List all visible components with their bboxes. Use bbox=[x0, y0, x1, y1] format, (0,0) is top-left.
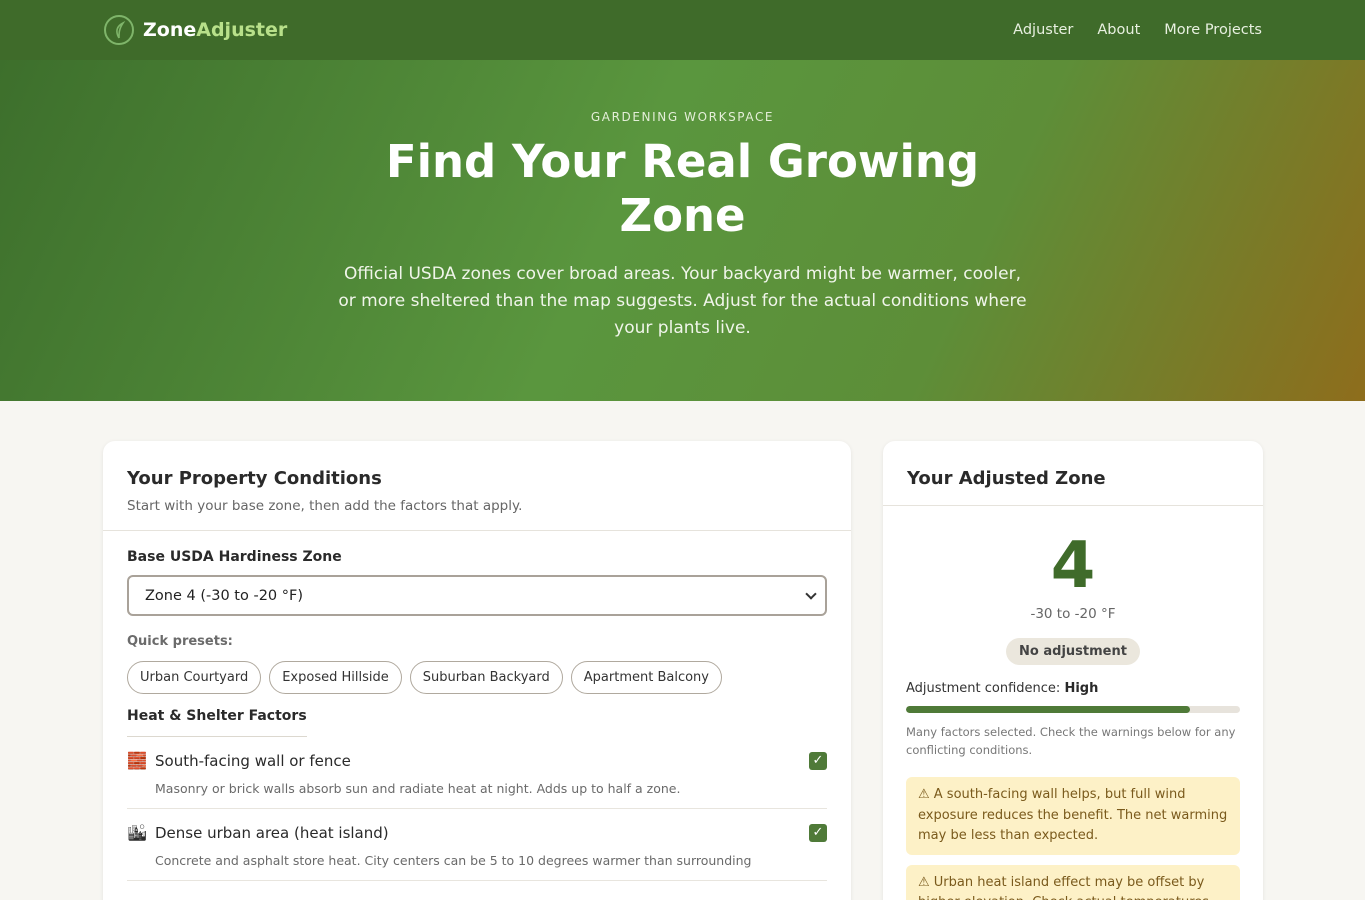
brick-icon: 🧱 bbox=[127, 751, 147, 770]
preset-apartment-balcony[interactable]: Apartment Balcony bbox=[570, 661, 722, 694]
warning-wall-exposure: ⚠ A south-facing wall helps, but full wi… bbox=[906, 777, 1240, 855]
factor-south-wall[interactable]: 🧱 South-facing wall or fence ✓ Masonry o… bbox=[127, 737, 827, 809]
brand-name: ZoneAdjuster bbox=[143, 19, 288, 41]
warning-heat-island: ⚠ Urban heat island effect may be offset… bbox=[906, 864, 1240, 900]
factor-urban-heat-island[interactable]: 🏙 Dense urban area (heat island) ✓ Concr… bbox=[127, 809, 827, 881]
adjustment-badge: No adjustment bbox=[1006, 638, 1140, 665]
base-zone-value: Zone 4 (-30 to -20 °F) bbox=[145, 587, 304, 604]
conditions-header: Your Property Conditions Start with your… bbox=[103, 441, 851, 531]
factor-description: Concrete and asphalt store heat. City ce… bbox=[155, 853, 752, 868]
factor-urban-checkbox[interactable]: ✓ bbox=[809, 823, 827, 842]
hero-title: Find Your Real Growing Zone bbox=[385, 135, 980, 242]
confidence-label: Adjustment confidence: High bbox=[906, 681, 1099, 696]
confidence-value: High bbox=[1064, 681, 1099, 696]
nav-link-adjuster[interactable]: Adjuster bbox=[1013, 22, 1073, 38]
confidence-bar bbox=[906, 706, 1240, 713]
preset-exposed-hillside[interactable]: Exposed Hillside bbox=[269, 661, 402, 694]
property-conditions-card: Your Property Conditions Start with your… bbox=[103, 441, 851, 900]
presets-list: Urban Courtyard Exposed Hillside Suburba… bbox=[127, 661, 827, 694]
adjusted-zone-range: -30 to -20 °F bbox=[1030, 606, 1116, 622]
leaf-logo-icon bbox=[104, 15, 134, 45]
preset-suburban-backyard[interactable]: Suburban Backyard bbox=[409, 661, 563, 694]
conditions-body: Base USDA Hardiness Zone Zone 4 (-30 to … bbox=[103, 531, 851, 899]
nav-link-about[interactable]: About bbox=[1097, 22, 1140, 38]
cityscape-icon: 🏙 bbox=[127, 823, 148, 842]
heat-shelter-title: Heat & Shelter Factors bbox=[127, 708, 307, 737]
zone-result: 4 -30 to -20 °F No adjustment bbox=[883, 506, 1263, 665]
confidence-note: Many factors selected. Check the warning… bbox=[906, 725, 1236, 757]
confidence-section: Adjustment confidence: High Many factors… bbox=[883, 665, 1263, 759]
presets-label: Quick presets: bbox=[127, 634, 233, 649]
preset-urban-courtyard[interactable]: Urban Courtyard bbox=[127, 661, 262, 694]
factor-name: South-facing wall or fence bbox=[155, 751, 351, 770]
hero-eyebrow: GARDENING WORKSPACE bbox=[590, 110, 775, 124]
main-content: Your Property Conditions Start with your… bbox=[0, 401, 1365, 900]
hero: GARDENING WORKSPACE Find Your Real Growi… bbox=[0, 60, 1365, 401]
adjusted-zone-card: Your Adjusted Zone 4 -30 to -20 °F No ad… bbox=[883, 441, 1263, 900]
conditions-description: Start with your base zone, then add the … bbox=[127, 498, 523, 514]
adjusted-zone-title: Your Adjusted Zone bbox=[907, 468, 1106, 489]
adjusted-zone-number: 4 bbox=[1050, 529, 1096, 603]
hero-subtitle: Official USDA zones cover broad areas. Y… bbox=[338, 264, 1027, 338]
factor-description: Masonry or brick walls absorb sun and ra… bbox=[155, 781, 681, 796]
conditions-title: Your Property Conditions bbox=[127, 468, 382, 489]
brand[interactable]: ZoneAdjuster bbox=[104, 15, 287, 45]
chevron-down-icon bbox=[805, 587, 817, 600]
base-zone-label: Base USDA Hardiness Zone bbox=[127, 549, 342, 565]
top-nav: ZoneAdjuster Adjuster About More Project… bbox=[0, 0, 1365, 60]
base-zone-select[interactable]: Zone 4 (-30 to -20 °F) bbox=[127, 575, 827, 616]
nav-links: Adjuster About More Projects bbox=[1013, 22, 1262, 38]
nav-link-more-projects[interactable]: More Projects bbox=[1164, 22, 1262, 38]
factor-name: Dense urban area (heat island) bbox=[155, 823, 389, 842]
confidence-bar-fill bbox=[906, 706, 1190, 713]
adjusted-zone-header: Your Adjusted Zone bbox=[883, 441, 1263, 506]
factor-south-wall-checkbox[interactable]: ✓ bbox=[809, 751, 827, 770]
